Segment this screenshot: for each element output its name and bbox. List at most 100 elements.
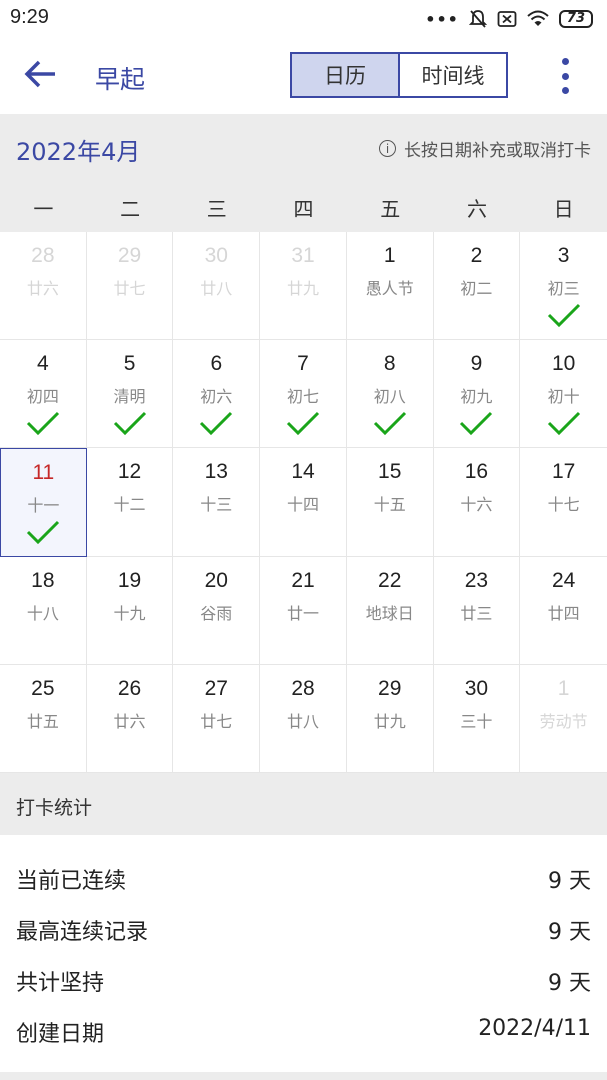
day-cell[interactable]: 6 初六 — [173, 340, 261, 449]
lunar-date: 初八 — [373, 387, 406, 407]
day-number: 16 — [464, 460, 489, 484]
day-cell[interactable]: 18 十八 — [0, 556, 87, 665]
day-cell[interactable]: 27 廿七 — [173, 664, 261, 773]
day-cell[interactable]: 29 廿九 — [346, 664, 434, 773]
day-number: 19 — [117, 568, 142, 592]
day-cell[interactable]: 19 十九 — [86, 556, 174, 665]
stat-label: 共计坚持 — [16, 971, 105, 996]
lunar-date: 初六 — [200, 387, 233, 407]
day-cell[interactable]: 30 三十 — [433, 664, 521, 773]
arrow-left-icon — [24, 60, 55, 88]
day-number: 4 — [37, 352, 49, 376]
more-options-button[interactable] — [545, 58, 585, 94]
lunar-date: 廿七 — [200, 711, 233, 731]
day-cell[interactable]: 31 廿九 — [260, 232, 347, 341]
day-number: 29 — [117, 244, 142, 267]
lunar-date: 廿八 — [286, 711, 319, 731]
day-cell[interactable]: 29 廿七 — [86, 232, 174, 341]
day-number: 2 — [470, 244, 483, 267]
stat-row: 当前已连续 9 天 — [0, 853, 607, 904]
day-cell[interactable]: 14 十四 — [260, 448, 347, 557]
day-number: 30 — [464, 676, 489, 700]
stat-label: 最高连续记录 — [16, 920, 149, 945]
day-cell[interactable]: 24 廿四 — [520, 557, 607, 665]
day-number: 7 — [297, 352, 309, 376]
day-number: 24 — [551, 568, 576, 592]
day-cell[interactable]: 5 清明 — [86, 340, 174, 449]
stat-row: 共计坚持 9 天 — [0, 955, 607, 1006]
day-cell[interactable]: 1 劳动节 — [520, 665, 607, 773]
info-icon: i — [379, 140, 396, 157]
lunar-date: 初十 — [547, 387, 580, 407]
day-cell[interactable]: 2 初二 — [433, 232, 521, 341]
day-number: 18 — [31, 568, 55, 592]
check-icon — [547, 303, 580, 328]
lunar-date: 十六 — [460, 495, 493, 515]
day-number: 6 — [210, 352, 223, 376]
day-number: 29 — [378, 676, 402, 700]
more-notifications-icon: ••• — [425, 9, 459, 29]
lunar-date: 初九 — [460, 387, 493, 407]
hint-text: 长按日期补充或取消打卡 — [404, 141, 591, 161]
day-cell[interactable]: 21 廿一 — [260, 556, 347, 665]
battery-indicator: 73 — [558, 10, 593, 28]
day-cell[interactable]: 28 廿六 — [0, 232, 87, 341]
lunar-date: 初二 — [460, 279, 493, 298]
day-cell[interactable]: 7 初七 — [260, 340, 347, 449]
lunar-date: 十二 — [113, 495, 146, 515]
day-cell[interactable]: 3 初三 — [520, 232, 607, 341]
day-cell[interactable]: 8 初八 — [346, 340, 434, 449]
lunar-date: 十九 — [113, 603, 146, 623]
tab-calendar[interactable]: 日历 — [292, 54, 398, 96]
stat-value: 9 天 — [548, 869, 591, 894]
lunar-date: 劳动节 — [539, 711, 588, 731]
stat-label: 创建日期 — [16, 1022, 105, 1047]
day-number: 23 — [464, 568, 489, 592]
day-cell[interactable]: 15 十五 — [346, 448, 434, 557]
tab-timeline[interactable]: 时间线 — [398, 54, 506, 96]
day-cell[interactable]: 26 廿六 — [86, 664, 174, 773]
day-cell[interactable]: 9 初九 — [433, 340, 521, 449]
day-number: 8 — [383, 352, 396, 376]
day-number: 28 — [31, 244, 55, 267]
day-number: 14 — [291, 460, 315, 484]
status-time: 9:29 — [10, 6, 49, 28]
weekday-header: 一二三四五六日 — [0, 182, 607, 232]
day-cell[interactable]: 17 十七 — [520, 448, 607, 557]
lunar-date: 廿六 — [113, 711, 146, 731]
day-number: 22 — [378, 568, 402, 592]
day-number: 27 — [204, 676, 228, 700]
status-bar: 9:29 ••• 73 — [0, 0, 607, 38]
day-cell[interactable]: 30 廿八 — [173, 232, 261, 341]
lunar-date: 廿一 — [286, 603, 319, 623]
stat-value: 9 天 — [548, 971, 591, 996]
lunar-date: 廿三 — [460, 603, 493, 623]
check-icon — [286, 412, 320, 436]
page-title: 早起 — [95, 65, 146, 94]
day-number: 28 — [291, 676, 315, 700]
app-bar: 早起 日历 时间线 — [0, 38, 607, 114]
day-cell[interactable]: 4 初四 — [0, 340, 87, 449]
bell-off-icon — [468, 10, 487, 28]
day-number: 13 — [204, 460, 228, 484]
day-cell[interactable]: 10 初十 — [520, 340, 607, 449]
lunar-date: 廿六 — [26, 279, 59, 298]
lunar-date: 谷雨 — [200, 603, 233, 623]
wifi-icon — [527, 10, 549, 26]
stats-title: 打卡统计 — [16, 797, 93, 819]
back-button[interactable] — [18, 52, 62, 96]
lunar-date: 廿五 — [26, 711, 59, 731]
day-cell-today[interactable]: 11 十一 — [0, 448, 87, 557]
day-cell[interactable]: 22 地球日 — [346, 556, 434, 665]
day-cell[interactable]: 1 愚人节 — [346, 232, 434, 341]
day-cell[interactable]: 28 廿八 — [260, 664, 347, 773]
day-cell[interactable]: 25 廿五 — [0, 664, 87, 773]
day-cell[interactable]: 20 谷雨 — [173, 556, 261, 665]
stat-value: 9 天 — [548, 920, 591, 945]
day-cell[interactable]: 23 廿三 — [433, 556, 521, 665]
lunar-date: 十三 — [200, 495, 233, 515]
day-cell[interactable]: 16 十六 — [433, 448, 521, 557]
weekday-label: 五 — [380, 196, 401, 221]
day-cell[interactable]: 12 十二 — [86, 448, 174, 557]
day-cell[interactable]: 13 十三 — [173, 448, 261, 557]
